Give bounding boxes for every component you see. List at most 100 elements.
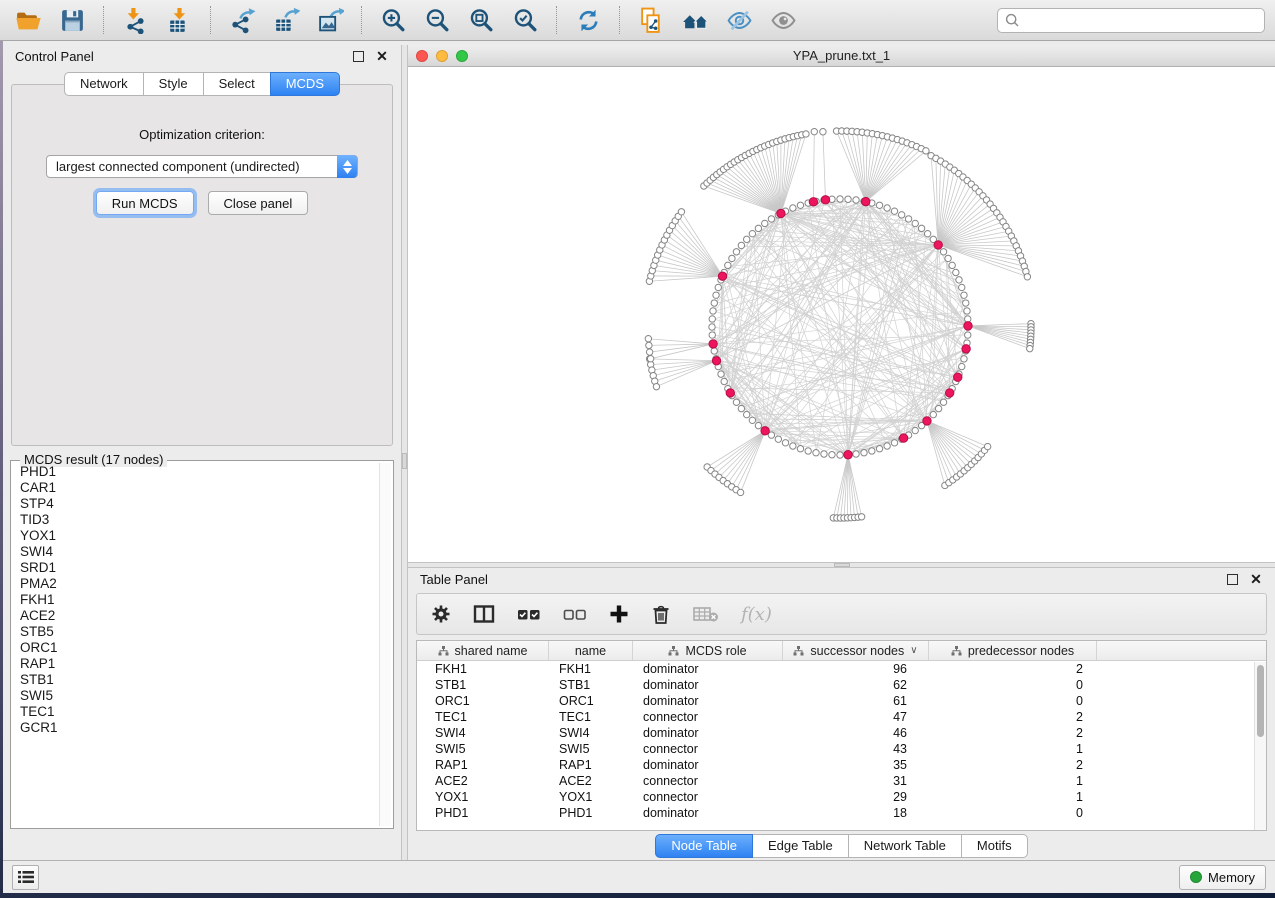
table-row[interactable]: YOX1YOX1connector291 [417,789,1266,805]
close-table-panel-button[interactable]: ✕ [1249,572,1263,586]
cell[interactable]: STB1 [417,678,549,692]
float-table-panel-button[interactable] [1225,572,1239,586]
mcds-result-item[interactable]: CAR1 [13,480,377,496]
table-row[interactable]: STB1STB1dominator620 [417,677,1266,693]
show-all-button[interactable] [765,3,801,37]
cell[interactable]: dominator [633,678,783,692]
mcds-result-item[interactable]: ACE2 [13,608,377,624]
cell[interactable]: 1 [929,790,1097,804]
first-neighbors-button[interactable] [677,3,713,37]
export-network-button[interactable] [224,3,260,37]
vertical-splitter[interactable] [401,45,408,860]
table-row[interactable]: SWI4SWI4dominator462 [417,725,1266,741]
cell[interactable]: 2 [929,662,1097,676]
cell[interactable]: 35 [783,758,929,772]
zoom-in-button[interactable] [375,3,411,37]
search-box[interactable] [997,8,1265,33]
cell[interactable]: dominator [633,758,783,772]
column-header-name[interactable]: name [549,641,633,660]
tab-node-table[interactable]: Node Table [655,834,753,858]
export-image-button[interactable] [312,3,348,37]
mcds-result-item[interactable]: ORC1 [13,640,377,656]
import-network-button[interactable] [117,3,153,37]
search-input[interactable] [1026,12,1257,29]
table-scrollbar[interactable] [1254,662,1266,830]
deselect-all-button[interactable] [563,604,587,624]
add-column-button[interactable] [609,604,629,624]
cell[interactable]: PHD1 [417,806,549,820]
cell[interactable]: connector [633,710,783,724]
apply-function-button[interactable]: f(x) [741,604,772,625]
new-network-from-selection-button[interactable] [633,3,669,37]
cell[interactable]: 0 [929,694,1097,708]
zoom-selected-button[interactable] [507,3,543,37]
cell[interactable]: SWI5 [417,742,549,756]
window-minimize-icon[interactable] [436,50,448,62]
cell[interactable]: 0 [929,678,1097,692]
cell[interactable]: RAP1 [417,758,549,772]
tab-network-table[interactable]: Network Table [848,834,962,858]
cell[interactable]: 1 [929,774,1097,788]
float-panel-button[interactable] [351,49,365,63]
mcds-result-item[interactable]: SWI4 [13,544,377,560]
splitter-grip[interactable] [834,563,850,567]
tab-network[interactable]: Network [64,72,144,96]
cell[interactable]: TEC1 [417,710,549,724]
cell[interactable]: TEC1 [549,710,633,724]
save-session-button[interactable] [54,3,90,37]
cell[interactable]: FKH1 [549,662,633,676]
cell[interactable]: dominator [633,806,783,820]
mcds-result-item[interactable]: PHD1 [13,464,377,480]
memory-button[interactable]: Memory [1179,865,1266,890]
table-row[interactable]: SWI5SWI5connector431 [417,741,1266,757]
delete-column-button[interactable] [651,604,671,625]
cell[interactable]: PHD1 [549,806,633,820]
tab-select[interactable]: Select [203,72,271,96]
cell[interactable]: ACE2 [417,774,549,788]
select-all-button[interactable] [517,604,541,624]
cell[interactable]: 29 [783,790,929,804]
cell[interactable]: 2 [929,710,1097,724]
column-header-successor-nodes[interactable]: successor nodes∨ [783,641,929,660]
show-column-button[interactable] [473,604,495,624]
cell[interactable]: SWI5 [549,742,633,756]
cell[interactable]: ACE2 [549,774,633,788]
cell[interactable]: 31 [783,774,929,788]
mcds-result-item[interactable]: STB5 [13,624,377,640]
column-header-predecessor-nodes[interactable]: predecessor nodes [929,641,1097,660]
cell[interactable]: RAP1 [549,758,633,772]
table-row[interactable]: ORC1ORC1dominator610 [417,693,1266,709]
tab-mcds[interactable]: MCDS [270,72,340,96]
cell[interactable]: FKH1 [417,662,549,676]
cell[interactable]: connector [633,742,783,756]
close-mcds-panel-button[interactable]: Close panel [208,191,309,215]
window-maximize-icon[interactable] [456,50,468,62]
refresh-view-button[interactable] [570,3,606,37]
column-settings-button[interactable] [431,604,451,624]
cell[interactable]: ORC1 [417,694,549,708]
table-row[interactable]: FKH1FKH1dominator962 [417,661,1266,677]
cell[interactable]: SWI4 [417,726,549,740]
mcds-result-item[interactable]: TEC1 [13,704,377,720]
export-table-button[interactable] [268,3,304,37]
network-canvas[interactable] [408,67,1275,562]
column-header-shared-name[interactable]: shared name [417,641,549,660]
cell[interactable]: dominator [633,662,783,676]
cell[interactable]: 2 [929,726,1097,740]
cell[interactable]: connector [633,774,783,788]
tab-edge-table[interactable]: Edge Table [752,834,849,858]
cell[interactable]: 61 [783,694,929,708]
cell[interactable]: STB1 [549,678,633,692]
mcds-result-item[interactable]: STB1 [13,672,377,688]
cell[interactable]: dominator [633,726,783,740]
cell[interactable]: 1 [929,742,1097,756]
mcds-result-item[interactable]: RAP1 [13,656,377,672]
cell[interactable]: 0 [929,806,1097,820]
mcds-result-item[interactable]: SRD1 [13,560,377,576]
tab-style[interactable]: Style [143,72,204,96]
cell[interactable]: 18 [783,806,929,820]
delete-table-button[interactable] [693,605,719,623]
splitter-grip[interactable] [402,453,407,469]
table-row[interactable]: RAP1RAP1dominator352 [417,757,1266,773]
cell[interactable]: ORC1 [549,694,633,708]
